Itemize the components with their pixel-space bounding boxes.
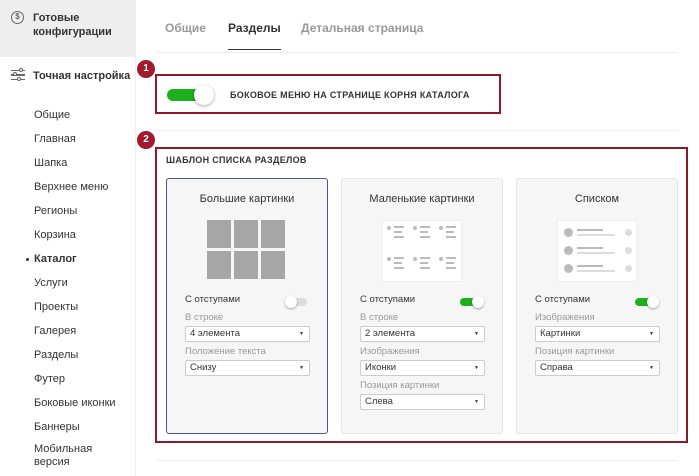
margins-toggle[interactable] <box>635 296 659 308</box>
image-position-select[interactable]: Слева <box>360 394 485 410</box>
option-label: С отступами <box>185 294 241 305</box>
sidebar-item-gallery[interactable]: Галерея <box>0 323 136 347</box>
text-position-select[interactable]: Снизу <box>185 360 310 376</box>
sidebar-item-main[interactable]: Главная <box>0 131 136 155</box>
sidebar-item-banners[interactable]: Баннеры <box>0 419 136 443</box>
step-badge-2: 2 <box>137 131 155 149</box>
divider <box>156 460 678 461</box>
images-select[interactable]: Иконки <box>360 360 485 376</box>
margins-toggle[interactable] <box>285 296 309 308</box>
sidebar-item-cart[interactable]: Корзина <box>0 227 136 251</box>
images-select[interactable]: Картинки <box>535 326 660 342</box>
small-images-preview-icon <box>382 220 462 282</box>
sliders-icon <box>11 68 25 82</box>
field-label: Положение текста <box>185 346 266 357</box>
sidebar-item-footer[interactable]: Футер <box>0 371 136 395</box>
toggle-knob <box>647 296 659 308</box>
sidebar-item-ready-configs[interactable]: $ Готовые конфигурации <box>0 0 136 57</box>
field-label: Позиция картинки <box>535 346 615 357</box>
field-label: Позиция картинки <box>360 380 440 391</box>
sidebar-item-top-menu[interactable]: Верхнее меню <box>0 179 136 203</box>
card-title: Большие картинки <box>199 193 295 205</box>
template-card-small-images[interactable]: Маленькие картинки С отступами В строке … <box>341 178 503 434</box>
tab-detail-page[interactable]: Детальная страница <box>301 21 423 35</box>
side-menu-option-frame: БОКОВОЕ МЕНЮ НА СТРАНИЦЕ КОРНЯ КАТАЛОГА <box>155 74 501 114</box>
card-title: Списком <box>574 193 620 205</box>
option-label: С отступами <box>360 294 416 305</box>
field-label: Изображения <box>535 312 595 323</box>
sidebar-item-sections[interactable]: Разделы <box>0 347 136 371</box>
dollar-circle-icon: $ <box>11 11 24 24</box>
toggle-knob <box>194 85 214 105</box>
sidebar-menu: Общие Главная Шапка Верхнее меню Регионы… <box>0 107 136 473</box>
template-card-list[interactable]: Списком С отступами Изображения Картинки… <box>516 178 678 434</box>
section-title: ШАБЛОН СПИСКА РАЗДЕЛОВ <box>166 155 307 165</box>
sidebar-section-label: Точная настройка <box>33 70 131 82</box>
image-position-select[interactable]: Справа <box>535 360 660 376</box>
big-images-preview-icon <box>207 220 287 282</box>
sidebar-item-general[interactable]: Общие <box>0 107 136 131</box>
toggle-knob <box>285 296 297 308</box>
sidebar-item-header[interactable]: Шапка <box>0 155 136 179</box>
per-row-select[interactable]: 4 элемента <box>185 326 310 342</box>
sidebar-item-regions[interactable]: Регионы <box>0 203 136 227</box>
field-label: В строке <box>360 312 399 323</box>
list-preview-icon <box>557 220 637 282</box>
toggle-knob <box>472 296 484 308</box>
field-label: В строке <box>185 312 224 323</box>
tab-divider <box>156 52 678 53</box>
margins-toggle[interactable] <box>460 296 484 308</box>
field-label: Изображения <box>360 346 420 357</box>
sidebar-item-side-icons[interactable]: Боковые иконки <box>0 395 136 419</box>
per-row-select[interactable]: 2 элемента <box>360 326 485 342</box>
tab-sections[interactable]: Разделы <box>228 21 281 50</box>
sidebar-section-fine-tuning[interactable]: Точная настройка <box>0 67 136 101</box>
sidebar-item-catalog[interactable]: Каталог <box>0 251 136 275</box>
template-card-big-images[interactable]: Большие картинки С отступами В строке 4 … <box>166 178 328 434</box>
card-title: Маленькие картинки <box>369 193 475 205</box>
side-menu-toggle[interactable] <box>167 85 215 105</box>
section-list-template-frame: ШАБЛОН СПИСКА РАЗДЕЛОВ Большие картинки … <box>155 147 688 443</box>
divider <box>156 130 678 131</box>
side-menu-option-label: БОКОВОЕ МЕНЮ НА СТРАНИЦЕ КОРНЯ КАТАЛОГА <box>230 90 470 100</box>
sidebar-item-projects[interactable]: Проекты <box>0 299 136 323</box>
option-label: С отступами <box>535 294 591 305</box>
sidebar-item-services[interactable]: Услуги <box>0 275 136 299</box>
step-badge-1: 1 <box>137 60 155 78</box>
sidebar: $ Готовые конфигурации Точная настройка … <box>0 0 136 476</box>
sidebar-item-mobile[interactable]: Мобильная версия <box>0 443 110 473</box>
tab-general[interactable]: Общие <box>165 21 206 35</box>
sidebar-item-label: Готовые конфигурации <box>33 12 112 38</box>
